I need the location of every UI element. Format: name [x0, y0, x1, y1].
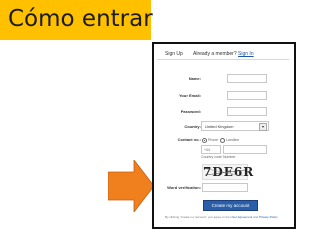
- tabs-bar: Sign Up Already a member? Sign In: [157, 47, 289, 60]
- word-verification-field[interactable]: [202, 183, 248, 192]
- country-code-field[interactable]: +44: [201, 145, 221, 154]
- country-code-value: +44: [204, 148, 210, 152]
- user-agreement-link[interactable]: User Agreement: [231, 215, 253, 219]
- terms-intro: By clicking 'Create my account', you agr…: [165, 215, 230, 219]
- radio-landline-label: Landline: [226, 138, 240, 142]
- radio-phone-label: Phone: [208, 138, 219, 142]
- terms-and: and: [253, 215, 259, 219]
- radio-landline[interactable]: [220, 138, 225, 143]
- chevron-down-icon: ▾: [259, 123, 267, 131]
- country-select[interactable]: United Kingdom ▾: [201, 121, 269, 131]
- radio-phone[interactable]: [202, 138, 207, 143]
- email-field[interactable]: [227, 91, 267, 100]
- country-label: Country:: [184, 124, 201, 129]
- name-field[interactable]: [227, 74, 267, 83]
- signup-form: Sign Up Already a member? Sign In Name: …: [157, 47, 291, 224]
- number-field[interactable]: [223, 145, 267, 154]
- title-banner: Cómo entrar: [0, 0, 153, 40]
- signup-form-frame: Sign Up Already a member? Sign In Name: …: [152, 42, 296, 229]
- email-label: Your Email:: [179, 93, 201, 98]
- privacy-policy-link[interactable]: Privacy Policy: [259, 215, 278, 219]
- captcha-noise: [204, 168, 246, 177]
- create-account-button[interactable]: Create my account: [203, 200, 258, 211]
- terms-text: By clicking 'Create my account', you agr…: [165, 215, 295, 219]
- country-value: United Kingdom: [205, 124, 234, 129]
- contact-label: Contact no.:: [177, 137, 201, 142]
- sign-in-link[interactable]: Sign In: [238, 51, 254, 57]
- name-label: Name:: [188, 76, 201, 81]
- already-member-text: Already a member?: [193, 51, 237, 57]
- tab-already-member: Already a member? Sign In: [193, 51, 254, 57]
- number-caption: Number: [223, 155, 236, 159]
- password-label: Password:: [180, 109, 201, 114]
- captcha-image: 7DE6R: [202, 164, 253, 180]
- word-verification-label: Word verification:: [167, 185, 201, 190]
- page-title: Cómo entrar: [8, 6, 153, 32]
- tab-sign-up[interactable]: Sign Up: [165, 51, 183, 57]
- password-field[interactable]: [227, 107, 267, 116]
- country-code-caption: Country code: [201, 155, 222, 159]
- right-arrow-icon: [108, 160, 154, 212]
